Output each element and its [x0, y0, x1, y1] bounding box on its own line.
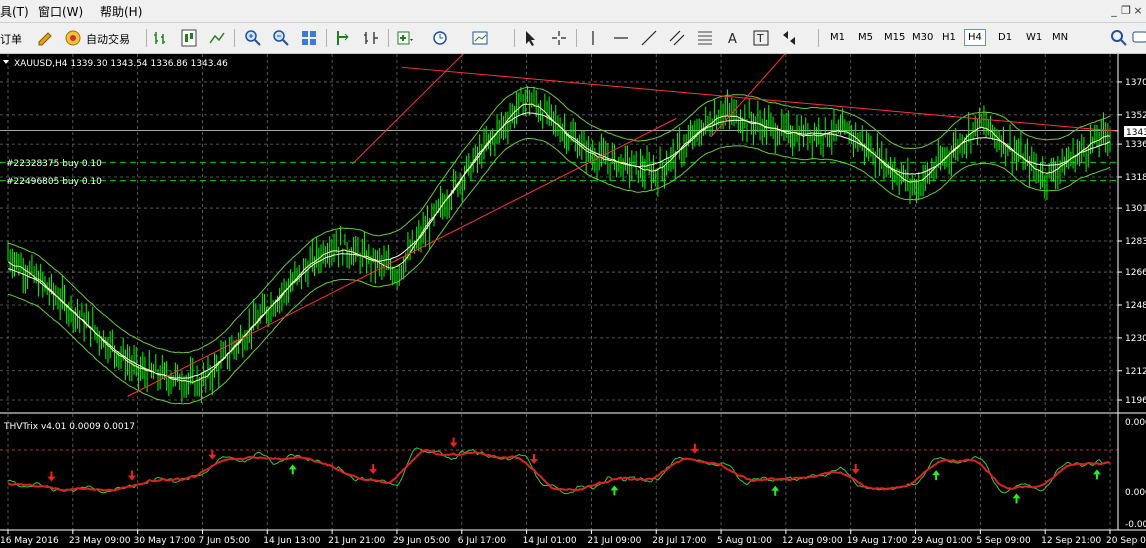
- time-tick-label: 5 Aug 01:00: [717, 536, 772, 546]
- pencil-icon[interactable]: [36, 29, 54, 47]
- time-tick-label: 12 Aug 09:00: [782, 536, 843, 546]
- chart-shift-icon[interactable]: [334, 29, 352, 47]
- autoscroll-icon[interactable]: [362, 29, 380, 47]
- search-icon[interactable]: [1110, 29, 1128, 47]
- time-tick-label: 23 May 09:00: [69, 536, 131, 546]
- templates-icon[interactable]: [472, 29, 490, 47]
- price-tick-label: 1336: [1125, 140, 1146, 150]
- chat-icon[interactable]: [1132, 29, 1146, 47]
- svg-text:T: T: [756, 32, 764, 45]
- timeframe-d1[interactable]: D1: [996, 31, 1014, 44]
- indicator-header: THVTrix v4.01 0.0009 0.0017: [3, 422, 135, 432]
- toolbar-separator: [234, 29, 235, 47]
- autotrade-icon[interactable]: [64, 29, 82, 47]
- timeframe-mn[interactable]: MN: [1050, 31, 1070, 44]
- time-tick-label: 14 Jul 01:00: [523, 536, 577, 546]
- toolbar-separator: [146, 29, 147, 47]
- cursor-icon[interactable]: [522, 29, 540, 47]
- minimize-icon[interactable]: _: [1108, 5, 1120, 17]
- timeframe-m30[interactable]: M30: [910, 31, 935, 44]
- time-tick-label: 5 Sep 09:00: [976, 536, 1031, 546]
- clock-icon[interactable]: [432, 29, 450, 47]
- line-chart-icon[interactable]: [208, 29, 226, 47]
- price-tick-label: 1212: [1125, 367, 1146, 377]
- menu-window[interactable]: 窗口(W): [38, 3, 83, 20]
- price-tick-label: 1230: [1125, 334, 1146, 344]
- toolbar-separator: [326, 29, 327, 47]
- timeframe-w1[interactable]: W1: [1024, 31, 1044, 44]
- channel-icon[interactable]: [668, 29, 686, 47]
- time-tick-label: 7 Jun 05:00: [198, 536, 250, 546]
- window-controls: _ ❐ ×: [1106, 2, 1146, 20]
- price-tick-label: 1266: [1125, 268, 1146, 278]
- indicators-icon[interactable]: [396, 29, 414, 47]
- time-tick-label: 29 Jun 05:00: [393, 536, 450, 546]
- tile-windows-icon[interactable]: [300, 29, 318, 47]
- time-tick-label: 12 Sep 21:00: [1041, 536, 1101, 546]
- timeframe-m5[interactable]: M5: [856, 31, 875, 44]
- time-tick-label: 21 Jun 21:00: [328, 536, 385, 546]
- time-tick-label: 28 Jul 17:00: [652, 536, 706, 546]
- current-price-label: 1343: [1126, 128, 1146, 138]
- indicator-tick-label: 0.000: [1125, 488, 1146, 498]
- svg-text:A: A: [728, 32, 737, 47]
- price-tick-label: 1196: [1125, 396, 1146, 406]
- candlestick-icon[interactable]: [180, 29, 198, 47]
- time-tick-label: 21 Jul 09:00: [587, 536, 641, 546]
- indicator-tick-label: 0.000: [1125, 418, 1146, 428]
- time-tick-label: 29 Aug 01:00: [912, 536, 973, 546]
- toolbar-separator: [514, 29, 515, 47]
- time-tick-label: 14 Jun 13:00: [263, 536, 320, 546]
- price-tick-label: 1352: [1125, 111, 1146, 121]
- indicator-tick-label: -0.000: [1125, 520, 1146, 530]
- toolbar-separator: [576, 29, 577, 47]
- crosshair-icon[interactable]: [550, 29, 568, 47]
- timeframe-h1[interactable]: H1: [940, 31, 958, 44]
- time-tick-label: 16 May 2016: [0, 536, 59, 546]
- timeframe-h4[interactable]: H4: [964, 29, 986, 46]
- price-tick-label: 1370: [1125, 78, 1146, 88]
- trendline-icon[interactable]: [640, 29, 658, 47]
- price-chart[interactable]: 1370 1352 1336 1318 1301 1283 1266 1248 1230 1212…: [0, 54, 1146, 548]
- chart-header: XAUUSD,H4 1339.30 1343.54 1336.86 1343.4…: [14, 59, 228, 69]
- close-icon[interactable]: ×: [1132, 5, 1144, 17]
- toolbar-separator: [818, 29, 819, 47]
- text-label-icon[interactable]: T: [752, 29, 770, 47]
- fibonacci-icon[interactable]: [696, 29, 714, 47]
- arrows-icon[interactable]: [780, 29, 798, 47]
- timeframe-m1[interactable]: M1: [828, 31, 847, 44]
- menu-bar: 具(T) 窗口(W) 帮助(H) _ ❐ ×: [0, 0, 1146, 23]
- restore-icon[interactable]: ❐: [1120, 5, 1132, 17]
- text-tool-icon[interactable]: A: [724, 29, 742, 47]
- toolbar: 订单 自动交易 A T M1 M5 M15 M30 H1 H4 D1 W1 MN: [0, 23, 1146, 54]
- time-tick-label: 30 May 17:00: [134, 536, 196, 546]
- timeframe-m15[interactable]: M15: [882, 31, 907, 44]
- price-tick-label: 1301: [1125, 204, 1146, 214]
- bar-chart-icon[interactable]: [152, 29, 170, 47]
- order-label-1: #22328375 buy 0.10: [6, 159, 102, 169]
- toolbar-separator: [388, 29, 389, 47]
- autotrade-button[interactable]: 自动交易: [86, 31, 130, 47]
- zoom-in-icon[interactable]: [244, 29, 262, 47]
- price-tick-label: 1318: [1125, 173, 1146, 183]
- menu-help[interactable]: 帮助(H): [100, 3, 142, 20]
- new-order-button[interactable]: 订单: [0, 31, 22, 47]
- price-tick-label: 1283: [1125, 237, 1146, 247]
- time-tick-label: 20 Sep 05:00: [1106, 536, 1146, 546]
- time-tick-label: 19 Aug 17:00: [847, 536, 908, 546]
- menu-tools[interactable]: 具(T): [0, 3, 29, 20]
- zoom-out-icon[interactable]: [272, 29, 290, 47]
- horizontal-line-icon[interactable]: [612, 29, 630, 47]
- order-label-2: #22496805 buy 0.10: [6, 177, 102, 187]
- time-tick-label: 6 Jul 17:00: [458, 536, 507, 546]
- price-tick-label: 1248: [1125, 301, 1146, 311]
- vertical-line-icon[interactable]: [584, 29, 602, 47]
